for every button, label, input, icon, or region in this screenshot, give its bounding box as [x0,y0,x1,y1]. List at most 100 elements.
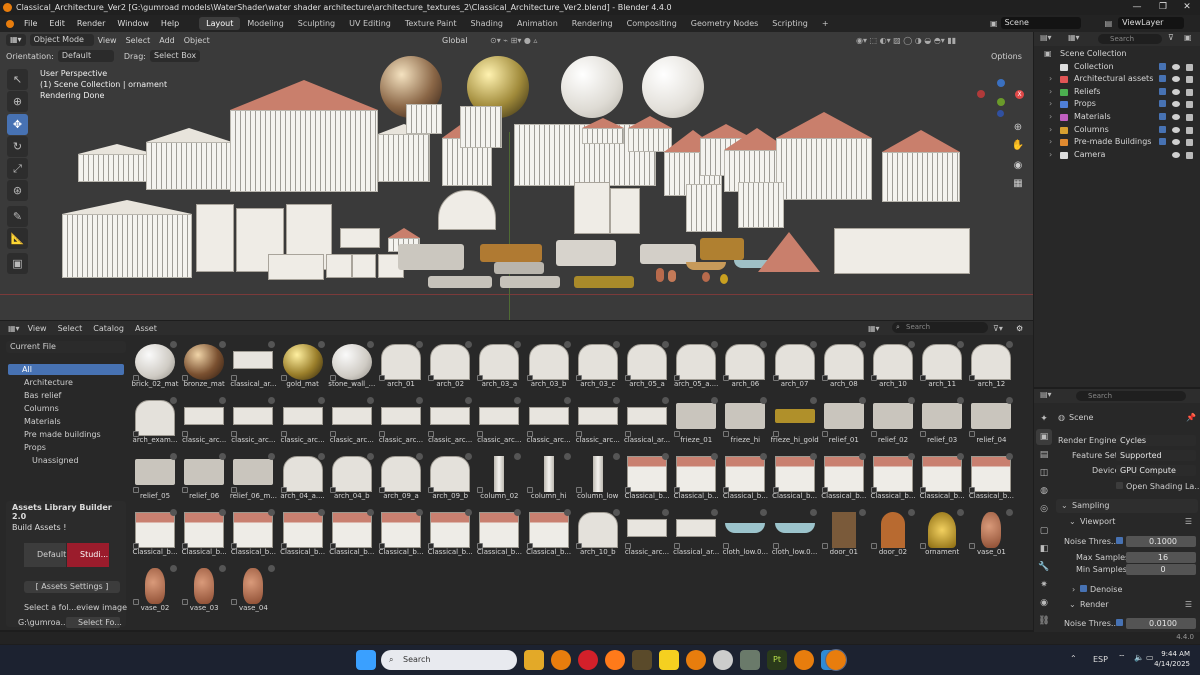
asset-edit-icon[interactable] [612,341,620,348]
render-camera-icon[interactable] [1186,76,1193,84]
asset-item[interactable]: stone_wall_... [328,341,376,397]
viewport-subpanel-header[interactable]: ⌄ Viewport ☰ [1064,516,1198,528]
3d-viewport[interactable]: ▦▾ Object Mode View Select Add Object Gl… [0,32,1033,320]
list-icon[interactable]: ☰ [1185,516,1192,528]
expand-arrow-icon[interactable]: › [1049,124,1052,136]
constraints-tab-icon[interactable]: ⛓ [1036,613,1052,629]
filter-icon[interactable]: ⊽▾ [993,324,1003,333]
scene-tab-icon[interactable]: ◍ [1036,483,1052,499]
world-tab-icon[interactable]: ◎ [1036,501,1052,517]
catalog-props[interactable]: Props [4,441,126,454]
workspace-tab-sculpting[interactable]: Sculpting [291,17,342,30]
particles-tab-icon[interactable]: ✷ [1036,577,1052,593]
asset-edit-icon[interactable] [465,397,473,404]
asset-item[interactable]: relief_03 [918,397,966,453]
add-workspace-button[interactable]: + [815,17,836,30]
workspace-tab-uv-editing[interactable]: UV Editing [342,17,398,30]
workspace-tab-layout[interactable]: Layout [199,17,241,30]
asset-item[interactable]: column_02 [475,453,523,509]
asset-item[interactable]: Classical_b... [967,453,1015,509]
viewport-visibility-icons[interactable]: ◉▾ ⬚ ◐▾ ▨ ◯ ◑ ◒ ◓▾ ▮▮ [856,36,956,45]
asset-edit-icon[interactable] [711,341,719,348]
asset-edit-icon[interactable] [416,341,423,348]
expand-arrow-icon[interactable]: › [1049,111,1052,123]
photos-icon[interactable] [740,650,760,670]
asset-edit-icon[interactable] [612,453,620,460]
maximize-button[interactable]: ❐ [1150,0,1176,15]
asset-item[interactable]: Classical_b... [869,453,917,509]
asset-item[interactable]: Classical_b... [918,453,966,509]
asset-edit-icon[interactable] [563,453,571,460]
asset-edit-icon[interactable] [317,341,325,348]
scene-selector[interactable]: Scene [1000,17,1081,29]
output-tab-icon[interactable]: ▤ [1036,447,1052,463]
render-camera-icon[interactable] [1186,101,1193,109]
asset-item[interactable]: relief_05 [131,453,179,509]
visibility-eye-icon[interactable] [1172,151,1180,158]
expand-arrow-icon[interactable]: › [1049,73,1052,85]
asset-edit-icon[interactable] [662,397,669,404]
expand-arrow-icon[interactable]: › [1049,149,1052,161]
render-subpanel-header[interactable]: ⌄ Render ☰ [1064,599,1198,611]
asset-edit-icon[interactable] [612,397,620,404]
asset-edit-icon[interactable] [711,453,719,460]
feature-set-selector[interactable]: Supported [1116,450,1196,461]
scale-tool-icon[interactable]: ⤢ [7,158,28,179]
default-preset-button[interactable]: Default [24,543,66,567]
chevron-up-icon[interactable]: ⌃ [1070,654,1077,663]
asset-edit-icon[interactable] [760,397,768,404]
asset-edit-icon[interactable] [366,453,374,460]
asset-item[interactable]: arch_08 [820,341,868,397]
viewport-menu-select[interactable]: Select [126,36,151,45]
asset-edit-icon[interactable] [563,397,571,404]
clock[interactable]: 9:44 AM 4/14/2025 [1150,649,1190,669]
windows-start-icon[interactable] [356,650,376,670]
tool-tab-icon[interactable]: ✦ [1036,411,1052,427]
asset-item[interactable]: arch_02 [426,341,474,397]
gizmo-y[interactable] [997,98,1005,106]
move-tool-icon[interactable]: ✥ [7,114,28,135]
asset-item[interactable]: Classical_b... [180,509,228,565]
workspace-tab-compositing[interactable]: Compositing [620,17,684,30]
asset-item[interactable]: frieze_hi_gold [771,397,819,453]
asset-edit-icon[interactable] [563,509,571,516]
add-cube-tool-icon[interactable]: ▣ [7,253,28,274]
render-camera-icon[interactable] [1186,63,1193,71]
asset-item[interactable]: classical_ar... [672,509,720,565]
asset-edit-icon[interactable] [219,565,227,572]
asset-item[interactable]: classic_arc... [574,397,622,453]
asset-item[interactable]: classic_arc... [377,397,425,453]
blender-taskbar-icon-2[interactable] [686,650,706,670]
asset-item[interactable]: arch_03_c [574,341,622,397]
asset-edit-icon[interactable] [317,509,325,516]
asset-item[interactable]: vase_02 [131,565,179,621]
render-camera-icon[interactable] [1186,88,1193,96]
asset-edit-icon[interactable] [170,341,177,348]
catalog-bas-relief[interactable]: Bas relief [4,389,126,402]
menu-window[interactable]: Window [111,19,155,28]
asset-edit-icon[interactable] [662,341,669,348]
outliner-row[interactable]: › Reliefs [1034,86,1200,98]
render-noise-threshold-checkbox[interactable] [1116,619,1123,626]
editor-type-icon[interactable]: ▦▾ [8,324,20,333]
asset-edit-icon[interactable] [760,509,768,516]
asset-edit-icon[interactable] [219,397,227,404]
asset-edit-icon[interactable] [465,453,473,460]
outliner-row[interactable]: › Camera [1034,149,1200,161]
assets-settings-button[interactable]: [ Assets Settings ] [24,581,120,593]
viewport-menu-object[interactable]: Object [184,36,210,45]
asset-item[interactable]: classical_ar... [623,397,671,453]
close-button[interactable]: ✕ [1174,0,1200,15]
catalog-architecture[interactable]: Architecture [4,376,126,389]
firefox-icon[interactable] [605,650,625,670]
blender-menu-icon[interactable] [6,19,14,28]
render-camera-icon[interactable] [1186,139,1193,147]
asset-item[interactable]: relief_04 [967,397,1015,453]
asset-menu-asset[interactable]: Asset [135,324,157,333]
wifi-icon[interactable]: ⌔ [1118,653,1126,663]
language-indicator[interactable]: ESP [1093,655,1108,664]
asset-item[interactable]: column_low [574,453,622,509]
asset-edit-icon[interactable] [170,565,177,572]
asset-edit-icon[interactable] [908,397,915,404]
asset-edit-icon[interactable] [711,397,719,404]
